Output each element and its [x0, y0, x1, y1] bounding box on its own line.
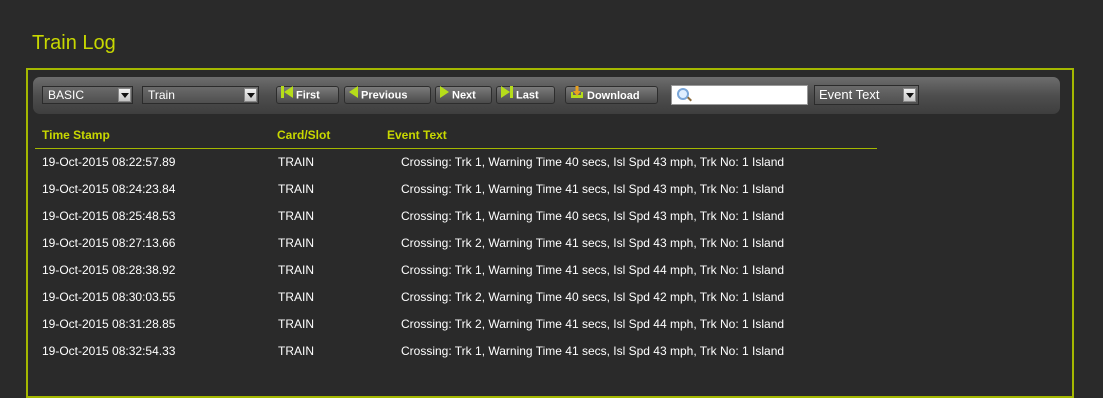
card-slot-cell: TRAIN	[278, 209, 314, 223]
mode-select[interactable]: BASIC	[42, 86, 133, 104]
download-button[interactable]: Download	[565, 86, 658, 104]
next-button[interactable]: Next	[435, 86, 492, 104]
time-stamp-cell: 19-Oct-2015 08:22:57.89	[42, 155, 176, 169]
header-divider	[35, 148, 877, 149]
event-text-cell: Crossing: Trk 1, Warning Time 40 secs, I…	[401, 209, 785, 223]
time-stamp-cell: 19-Oct-2015 08:32:54.33	[42, 344, 176, 358]
card-slot-cell: TRAIN	[278, 344, 314, 358]
column-header-event-text[interactable]: Event Text	[387, 128, 447, 142]
page-title: Train Log	[32, 32, 116, 54]
time-stamp-cell: 19-Oct-2015 08:27:13.66	[42, 236, 176, 250]
chevron-down-icon[interactable]	[244, 88, 257, 102]
download-button-label: Download	[587, 89, 640, 102]
card-slot-cell: TRAIN	[278, 290, 314, 304]
column-header-time-stamp[interactable]: Time Stamp	[42, 128, 110, 142]
event-text-cell: Crossing: Trk 1, Warning Time 41 secs, I…	[401, 344, 785, 358]
last-button[interactable]: Last	[496, 86, 555, 104]
card-slot-cell: TRAIN	[278, 236, 314, 250]
card-slot-cell: TRAIN	[278, 155, 314, 169]
download-icon	[570, 86, 584, 104]
mode-select-value: BASIC	[48, 88, 85, 102]
event-text-cell: Crossing: Trk 1, Warning Time 41 secs, I…	[401, 182, 785, 196]
first-button-label: First	[296, 89, 320, 102]
previous-button[interactable]: Previous	[344, 86, 431, 104]
source-select-value: Train	[148, 88, 175, 102]
event-text-cell: Crossing: Trk 1, Warning Time 41 secs, I…	[401, 263, 785, 277]
previous-icon	[349, 86, 358, 103]
time-stamp-cell: 19-Oct-2015 08:31:28.85	[42, 317, 176, 331]
last-icon	[501, 86, 513, 103]
column-header-card-slot[interactable]: Card/Slot	[277, 128, 330, 142]
previous-button-label: Previous	[361, 89, 408, 102]
card-slot-cell: TRAIN	[278, 182, 314, 196]
next-icon	[440, 86, 449, 103]
chevron-down-icon[interactable]	[903, 88, 916, 102]
search-icon	[677, 88, 689, 100]
event-text-cell: Crossing: Trk 2, Warning Time 40 secs, I…	[401, 290, 785, 304]
time-stamp-cell: 19-Oct-2015 08:30:03.55	[42, 290, 176, 304]
chevron-down-icon[interactable]	[118, 88, 131, 102]
event-text-cell: Crossing: Trk 1, Warning Time 40 secs, I…	[401, 155, 785, 169]
filter-select[interactable]: Event Text	[814, 85, 919, 105]
first-button[interactable]: First	[276, 86, 339, 104]
time-stamp-cell: 19-Oct-2015 08:28:38.92	[42, 263, 176, 277]
last-button-label: Last	[516, 89, 539, 102]
event-text-cell: Crossing: Trk 2, Warning Time 41 secs, I…	[401, 317, 785, 331]
card-slot-cell: TRAIN	[278, 263, 314, 277]
source-select[interactable]: Train	[142, 86, 259, 104]
event-text-cell: Crossing: Trk 2, Warning Time 41 secs, I…	[401, 236, 785, 250]
first-icon	[281, 86, 293, 103]
card-slot-cell: TRAIN	[278, 317, 314, 331]
time-stamp-cell: 19-Oct-2015 08:25:48.53	[42, 209, 176, 223]
next-button-label: Next	[452, 89, 476, 102]
search-input[interactable]	[671, 85, 808, 105]
time-stamp-cell: 19-Oct-2015 08:24:23.84	[42, 182, 176, 196]
filter-select-value: Event Text	[819, 87, 880, 102]
